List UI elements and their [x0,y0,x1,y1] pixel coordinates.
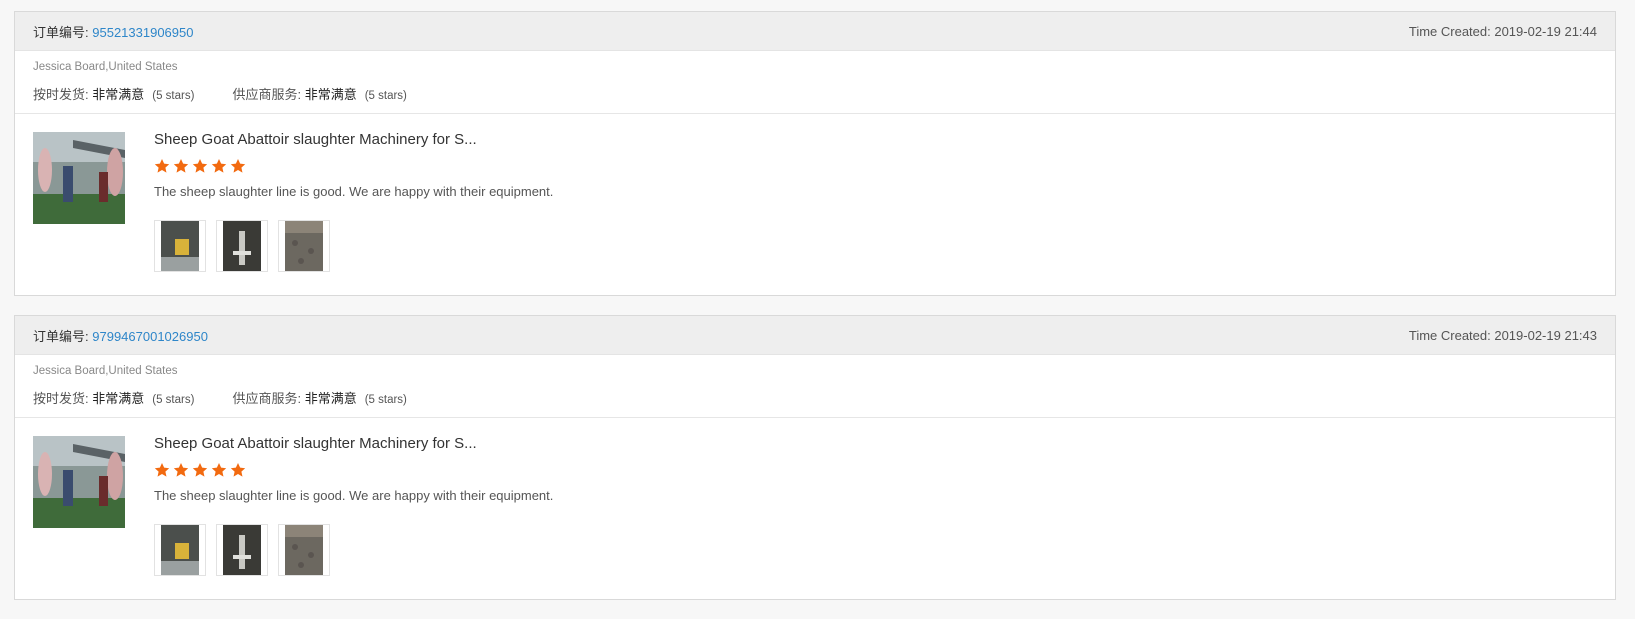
rating-stars-text: (5 stars) [364,90,407,102]
product-title[interactable]: Sheep Goat Abattoir slaughter Machinery … [154,435,477,452]
order-card: 订单编号: 9799467001026950 Time Created: 201… [14,315,1616,600]
review-photo[interactable] [216,524,268,576]
time-created: Time Created: 2019-02-19 21:43 [1408,327,1597,343]
rating-value: 非常满意 [304,87,357,102]
order-number-link[interactable]: 9799467001026950 [92,329,208,344]
star-icon [192,463,208,477]
review-body: Sheep Goat Abattoir slaughter Machinery … [15,418,1615,599]
star-icon [173,159,189,173]
rating-supplier-service: 供应商服务: 非常满意 (5 stars) [232,388,406,407]
order-card: 订单编号: 95521331906950 Time Created: 2019-… [14,11,1616,296]
review-text: The sheep slaughter line is good. We are… [154,184,554,199]
product-title[interactable]: Sheep Goat Abattoir slaughter Machinery … [154,131,477,148]
rating-label: 供应商服务: [232,391,302,406]
rating-on-time-delivery: 按时发货: 非常满意 (5 stars) [33,388,194,407]
buyer-info: Jessica Board,United States 按时发货: 非常满意 (… [15,355,1615,418]
star-icon [154,159,170,173]
rating-value: 非常满意 [92,391,145,406]
order-number-label: 订单编号: [33,328,89,344]
order-header: 订单编号: 9799467001026950 Time Created: 201… [15,316,1615,355]
review-star-rating [154,462,249,478]
review-photo[interactable] [278,524,330,576]
review-body: Sheep Goat Abattoir slaughter Machinery … [15,114,1615,295]
star-icon [173,463,189,477]
product-thumbnail[interactable] [33,436,125,528]
review-photo[interactable] [154,524,206,576]
star-icon [230,159,246,173]
star-icon [154,463,170,477]
order-number: 订单编号: 9799467001026950 [33,326,208,345]
star-icon [192,159,208,173]
review-photo[interactable] [154,220,206,272]
rating-stars-text: (5 stars) [152,90,195,102]
review-text: The sheep slaughter line is good. We are… [154,488,554,503]
rating-on-time-delivery: 按时发货: 非常满意 (5 stars) [33,84,194,103]
supplier-ratings: 按时发货: 非常满意 (5 stars) 供应商服务: 非常满意 (5 star… [33,84,407,103]
rating-supplier-service: 供应商服务: 非常满意 (5 stars) [232,84,406,103]
rating-stars-text: (5 stars) [364,394,407,406]
rating-label: 按时发货: [33,391,89,406]
buyer-info: Jessica Board,United States 按时发货: 非常满意 (… [15,51,1615,114]
review-list: 订单编号: 95521331906950 Time Created: 2019-… [14,11,1616,619]
review-star-rating [154,158,249,174]
review-photo[interactable] [278,220,330,272]
review-photos [154,524,340,576]
order-number-link[interactable]: 95521331906950 [92,25,193,40]
rating-value: 非常满意 [304,391,357,406]
buyer-name: Jessica Board,United States [33,61,178,73]
rating-value: 非常满意 [92,87,145,102]
review-photos [154,220,340,272]
review-photo[interactable] [216,220,268,272]
star-icon [211,463,227,477]
order-number-label: 订单编号: [33,24,89,40]
order-header: 订单编号: 95521331906950 Time Created: 2019-… [15,12,1615,51]
product-thumbnail[interactable] [33,132,125,224]
buyer-name: Jessica Board,United States [33,365,178,377]
order-number: 订单编号: 95521331906950 [33,22,193,41]
rating-label: 按时发货: [33,87,89,102]
time-created: Time Created: 2019-02-19 21:44 [1408,23,1597,39]
rating-stars-text: (5 stars) [152,394,195,406]
star-icon [230,463,246,477]
rating-label: 供应商服务: [232,87,302,102]
supplier-ratings: 按时发货: 非常满意 (5 stars) 供应商服务: 非常满意 (5 star… [33,388,407,407]
star-icon [211,159,227,173]
